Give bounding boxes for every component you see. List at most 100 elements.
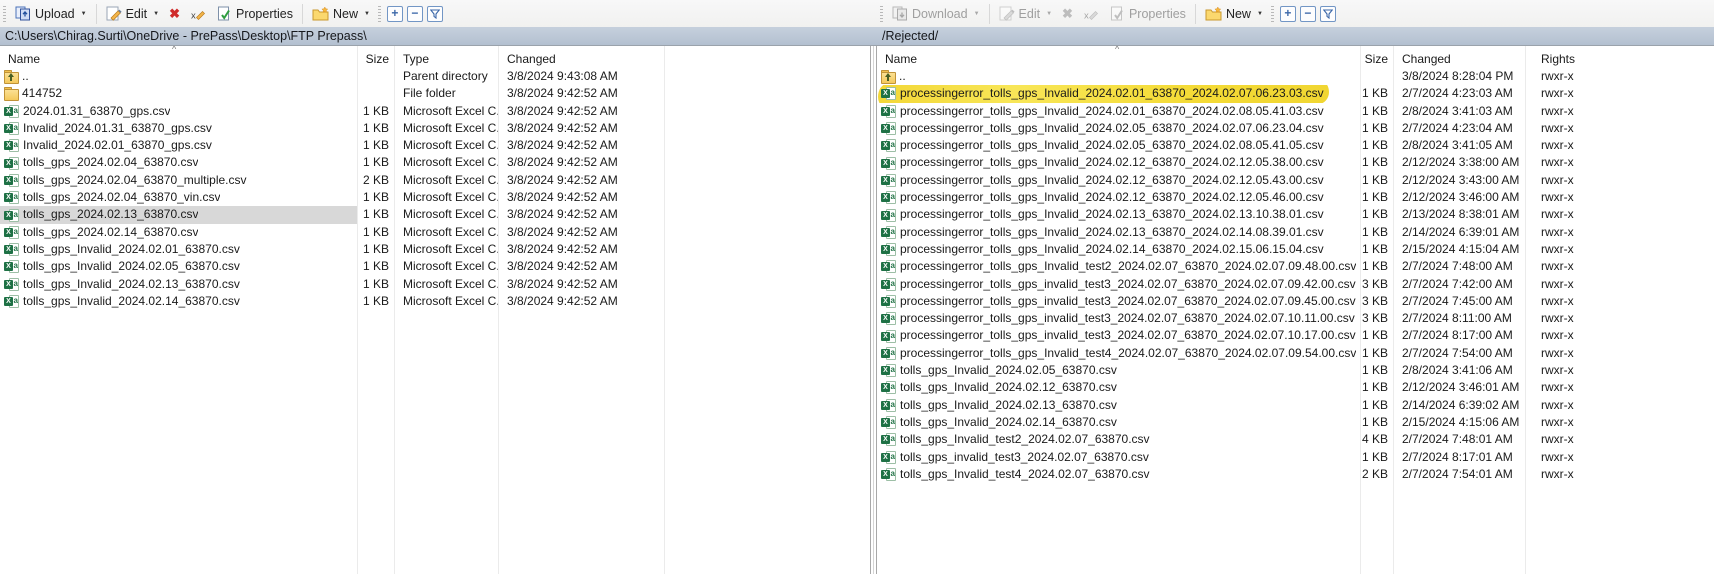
new-label: New xyxy=(1226,7,1251,21)
file-changed: 3/8/2024 9:42:52 AM xyxy=(498,137,664,154)
file-row[interactable]: aXprocessingerror_tolls_gps_Invalid_2024… xyxy=(877,224,1714,241)
collapse-icon[interactable]: − xyxy=(407,6,423,22)
file-name: tolls_gps_Invalid_test2_2024.02.07_63870… xyxy=(900,431,1150,448)
file-row[interactable]: aXprocessingerror_tolls_gps_Invalid_2024… xyxy=(877,120,1714,137)
file-row[interactable]: aXtolls_gps_Invalid_2024.02.13_63870.csv… xyxy=(877,397,1714,414)
file-name: Invalid_2024.02.01_63870_gps.csv xyxy=(23,137,212,154)
file-row[interactable]: aXtolls_gps_2024.02.04_63870_multiple.cs… xyxy=(0,172,870,189)
filter-icon[interactable] xyxy=(1320,6,1336,22)
column-header-changed[interactable]: Changed xyxy=(498,52,664,66)
file-size: 1 KB xyxy=(1360,189,1393,206)
excel-file-icon: aX xyxy=(4,260,19,273)
properties-button[interactable]: Properties xyxy=(1104,2,1191,26)
filter-icon[interactable] xyxy=(427,6,443,22)
file-size: 3 KB xyxy=(1360,310,1393,327)
file-row[interactable]: aXprocessingerror_tolls_gps_invalid_test… xyxy=(877,276,1714,293)
rename-button[interactable]: x xyxy=(1078,2,1104,26)
column-header-size[interactable]: Size xyxy=(1360,52,1393,66)
file-row[interactable]: aXtolls_gps_Invalid_2024.02.12_63870.csv… xyxy=(877,379,1714,396)
file-row[interactable]: aXprocessingerror_tolls_gps_Invalid_test… xyxy=(877,345,1714,362)
file-row[interactable]: aXprocessingerror_tolls_gps_Invalid_2024… xyxy=(877,189,1714,206)
expand-icon[interactable]: + xyxy=(1280,6,1296,22)
new-button[interactable]: New ▼ xyxy=(307,2,375,26)
delete-button[interactable]: ✖ xyxy=(1057,2,1078,26)
file-row[interactable]: 414752File folder3/8/2024 9:42:52 AM xyxy=(0,85,870,102)
file-row[interactable]: aXprocessingerror_tolls_gps_Invalid_2024… xyxy=(877,85,1714,102)
rename-button[interactable]: x xyxy=(185,2,211,26)
toolbar-grip[interactable] xyxy=(880,6,883,22)
new-button[interactable]: New ▼ xyxy=(1200,2,1268,26)
toolbar-grip[interactable] xyxy=(3,6,6,22)
excel-file-icon: aX xyxy=(4,243,19,256)
excel-file-icon: aX xyxy=(881,105,896,118)
file-rights: rwxr-x xyxy=(1525,327,1714,344)
file-row[interactable]: aXprocessingerror_tolls_gps_Invalid_2024… xyxy=(877,103,1714,120)
chevron-down-icon: ▼ xyxy=(1257,11,1263,17)
file-row[interactable]: ..3/8/2024 8:28:04 PMrwxr-x xyxy=(877,68,1714,85)
file-row[interactable]: aXprocessingerror_tolls_gps_invalid_test… xyxy=(877,293,1714,310)
column-header-rights[interactable]: Rights xyxy=(1525,52,1714,66)
file-name: tolls_gps_2024.02.13_63870.csv xyxy=(23,206,198,223)
column-header-type[interactable]: Type xyxy=(394,52,498,66)
file-row[interactable]: aXprocessingerror_tolls_gps_invalid_test… xyxy=(877,327,1714,344)
file-row[interactable]: aXprocessingerror_tolls_gps_Invalid_2024… xyxy=(877,206,1714,223)
file-rights: rwxr-x xyxy=(1525,68,1714,85)
file-row[interactable]: aXprocessingerror_tolls_gps_invalid_test… xyxy=(877,310,1714,327)
file-row[interactable]: aXtolls_gps_Invalid_2024.02.14_63870.csv… xyxy=(0,293,870,310)
file-row[interactable]: aXtolls_gps_Invalid_2024.02.14_63870.csv… xyxy=(877,414,1714,431)
file-row[interactable]: aX2024.01.31_63870_gps.csv1 KBMicrosoft … xyxy=(0,103,870,120)
file-row[interactable]: aXtolls_gps_Invalid_test4_2024.02.07_638… xyxy=(877,466,1714,483)
toolbar-grip[interactable] xyxy=(378,6,381,22)
pathbar-row: C:\Users\Chirag.Surti\OneDrive - PrePass… xyxy=(0,27,1714,46)
file-row[interactable]: aXprocessingerror_tolls_gps_Invalid_2024… xyxy=(877,241,1714,258)
file-changed: 3/8/2024 9:42:52 AM xyxy=(498,293,664,310)
file-row[interactable]: aXtolls_gps_2024.02.04_63870.csv1 KBMicr… xyxy=(0,154,870,171)
file-row[interactable]: aXInvalid_2024.02.01_63870_gps.csv1 KBMi… xyxy=(0,137,870,154)
file-row[interactable]: aXtolls_gps_2024.02.14_63870.csv1 KBMicr… xyxy=(0,224,870,241)
delete-icon: ✖ xyxy=(1062,7,1073,20)
file-rights: rwxr-x xyxy=(1525,224,1714,241)
file-name: tolls_gps_Invalid_2024.02.13_63870.csv xyxy=(23,276,240,293)
file-row[interactable]: aXtolls_gps_Invalid_2024.02.05_63870.csv… xyxy=(0,258,870,275)
file-type: Microsoft Excel C... xyxy=(394,276,498,293)
toolbar-grip[interactable] xyxy=(1271,6,1274,22)
file-row[interactable]: aXtolls_gps_Invalid_2024.02.13_63870.csv… xyxy=(0,276,870,293)
delete-button[interactable]: ✖ xyxy=(164,2,185,26)
file-row[interactable]: aXprocessingerror_tolls_gps_Invalid_2024… xyxy=(877,154,1714,171)
collapse-icon[interactable]: − xyxy=(1300,6,1316,22)
file-row[interactable]: aXtolls_gps_2024.02.13_63870.csv1 KBMicr… xyxy=(0,206,870,223)
file-row[interactable]: aXtolls_gps_Invalid_2024.02.01_63870.csv… xyxy=(0,241,870,258)
column-header-size[interactable]: Size xyxy=(357,52,394,66)
panel-splitter[interactable] xyxy=(870,46,877,574)
file-row[interactable]: aXInvalid_2024.01.31_63870_gps.csv1 KBMi… xyxy=(0,120,870,137)
local-path[interactable]: C:\Users\Chirag.Surti\OneDrive - PrePass… xyxy=(0,27,877,45)
download-button[interactable]: Download ▼ xyxy=(887,2,985,26)
file-row[interactable]: aXprocessingerror_tolls_gps_Invalid_2024… xyxy=(877,137,1714,154)
upload-button[interactable]: Upload ▼ xyxy=(10,2,92,26)
file-row[interactable]: aXtolls_gps_2024.02.04_63870_vin.csv1 KB… xyxy=(0,189,870,206)
file-changed: 3/8/2024 9:42:52 AM xyxy=(498,241,664,258)
file-row[interactable]: aXtolls_gps_Invalid_test2_2024.02.07_638… xyxy=(877,431,1714,448)
file-size: 1 KB xyxy=(1360,449,1393,466)
file-row[interactable]: aXtolls_gps_Invalid_2024.02.05_63870.csv… xyxy=(877,362,1714,379)
file-size: 1 KB xyxy=(1360,345,1393,362)
properties-button[interactable]: Properties xyxy=(211,2,298,26)
expand-icon[interactable]: + xyxy=(387,6,403,22)
file-row[interactable]: aXprocessingerror_tolls_gps_Invalid_test… xyxy=(877,258,1714,275)
column-header-name[interactable]: Name xyxy=(0,52,357,66)
column-header-name[interactable]: Name xyxy=(877,52,1360,66)
column-header-changed[interactable]: Changed xyxy=(1393,52,1525,66)
file-row[interactable]: aXprocessingerror_tolls_gps_Invalid_2024… xyxy=(877,172,1714,189)
remote-path[interactable]: /Rejected/ xyxy=(877,27,1714,45)
file-row[interactable]: ..Parent directory3/8/2024 9:43:08 AM xyxy=(0,68,870,85)
parent-directory-icon xyxy=(4,70,18,83)
edit-button[interactable]: Edit ▼ xyxy=(101,2,165,26)
properties-label: Properties xyxy=(1129,7,1186,21)
excel-file-icon: aX xyxy=(881,381,896,394)
file-row[interactable]: aXtolls_gps_invalid_test3_2024.02.07_638… xyxy=(877,449,1714,466)
chevron-down-icon: ▼ xyxy=(153,11,159,17)
edit-button[interactable]: Edit ▼ xyxy=(994,2,1058,26)
file-changed: 2/13/2024 8:38:01 AM xyxy=(1393,206,1525,223)
file-size: 1 KB xyxy=(357,189,394,206)
file-changed: 2/7/2024 4:23:04 AM xyxy=(1393,120,1525,137)
